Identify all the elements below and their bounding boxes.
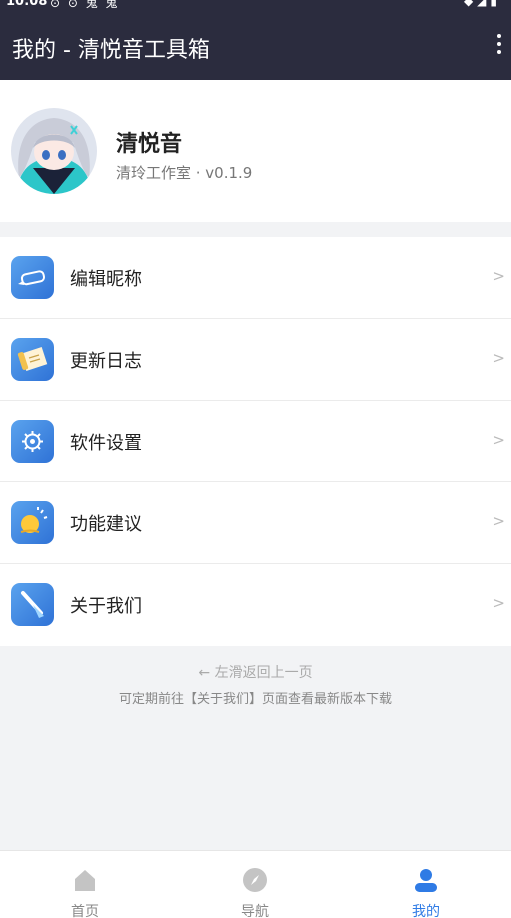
menu-item-feature-suggestion[interactable]: 功能建议 > <box>0 482 511 565</box>
swipe-back-hint: ← 左滑返回上一页 <box>198 665 313 681</box>
menu-item-label: 功能建议 <box>70 514 142 536</box>
update-log-icon <box>11 337 54 381</box>
menu-item-label: 关于我们 <box>70 596 142 618</box>
menu-item-edit-nickname[interactable]: 编辑昵称 > <box>0 237 511 319</box>
user-icon <box>413 867 439 897</box>
tab-mine[interactable]: 我的 <box>341 851 511 918</box>
chevron-right-icon: > <box>492 267 505 285</box>
settings-menu: 编辑昵称 > 更新日志 > 软件设置 > 功能建议 > 关于我们 > <box>0 237 511 646</box>
tab-home[interactable]: 首页 <box>0 851 170 918</box>
status-system-icons: ◆◢▮ <box>463 0 501 8</box>
suggestion-bulb-icon <box>11 501 54 545</box>
page-title: 我的 - 清悦音工具箱 <box>12 38 210 63</box>
chevron-right-icon: > <box>492 512 505 531</box>
tab-label: 首页 <box>71 904 99 918</box>
menu-item-software-settings[interactable]: 软件设置 > <box>0 401 511 483</box>
tab-navigation[interactable]: 导航 <box>170 851 340 918</box>
status-bar: 10:08 ⊙ ⊙ 鬼 鬼 ◆◢▮ <box>0 0 511 10</box>
about-flag-icon <box>11 583 54 627</box>
menu-item-label: 更新日志 <box>70 350 142 372</box>
chevron-right-icon: > <box>492 348 505 367</box>
menu-item-label: 软件设置 <box>70 432 142 454</box>
chevron-right-icon: > <box>492 430 505 449</box>
app-bar: 我的 - 清悦音工具箱 <box>0 10 511 80</box>
menu-item-about-us[interactable]: 关于我们 > <box>0 564 511 646</box>
status-time: 10:08 <box>6 0 48 9</box>
update-tip: 可定期前往【关于我们】页面查看最新版本下载 <box>118 692 392 707</box>
more-vertical-icon[interactable] <box>495 34 503 58</box>
settings-gear-icon <box>11 419 54 463</box>
chevron-right-icon: > <box>492 594 505 613</box>
menu-item-update-log[interactable]: 更新日志 > <box>0 319 511 401</box>
bottom-tab-bar: 首页 导航 我的 <box>0 850 511 918</box>
status-notification-icons: ⊙ ⊙ 鬼 鬼 <box>50 0 120 10</box>
menu-item-label: 编辑昵称 <box>70 269 142 290</box>
profile-subtitle: 清玲工作室 · v0.1.9 <box>116 164 253 182</box>
compass-icon <box>242 867 268 897</box>
tab-label: 我的 <box>412 904 440 918</box>
edit-pencil-icon <box>11 256 54 299</box>
profile-name: 清悦音 <box>116 132 183 157</box>
tab-label: 导航 <box>241 904 269 918</box>
home-icon <box>72 867 98 897</box>
profile-card[interactable]: 清悦音 清玲工作室 · v0.1.9 <box>0 80 511 222</box>
avatar[interactable] <box>11 108 97 194</box>
